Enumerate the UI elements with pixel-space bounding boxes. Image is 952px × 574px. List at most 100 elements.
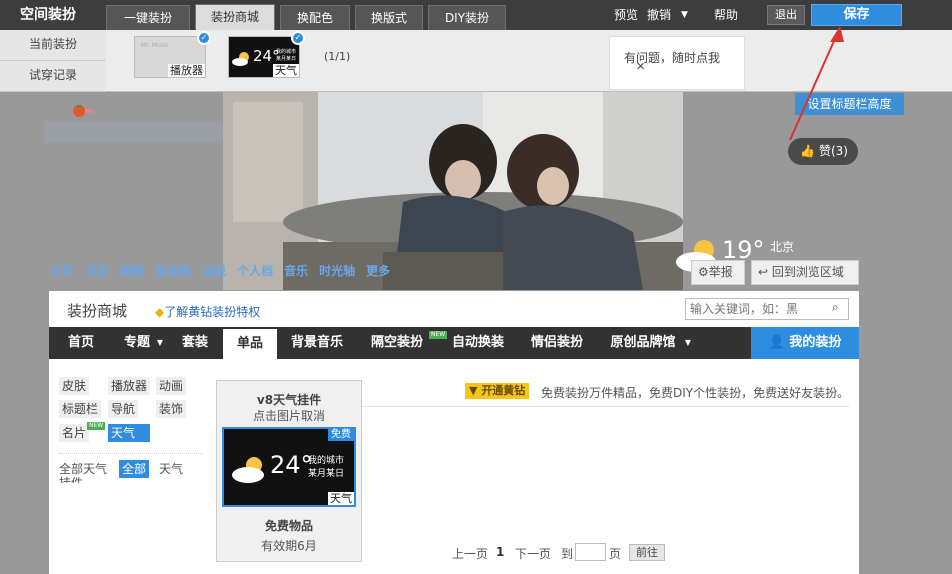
thumb-label: 播放器 [168, 64, 205, 77]
thumb-city: 我的城市 [276, 49, 297, 55]
category-skin[interactable]: 皮肤 [59, 377, 90, 395]
product-temp: 24° [270, 451, 313, 479]
product-city: 我的城市 [308, 456, 345, 466]
current-page: 1 [496, 545, 505, 559]
product-hint: 点击图片取消 [252, 409, 325, 423]
user-icon: 👤 [768, 335, 785, 350]
free-badge: 免费 [328, 429, 354, 441]
undo-link[interactable]: 撤销 [647, 6, 671, 24]
mall-nav-couple[interactable]: 情侣装扮 [523, 327, 591, 359]
my-decoration-button[interactable]: 👤 我的装扮 [751, 327, 859, 359]
thumb-weather[interactable]: 24° 我的城市 某月某日 ✓ 天气 [228, 31, 305, 78]
tab-color[interactable]: 换配色 [280, 5, 350, 30]
help-tooltip: 有问题，随时点我 ✕ [609, 36, 745, 90]
back-arrow-icon: ↩ [758, 265, 769, 279]
mall-title: 装扮商城 [67, 302, 128, 320]
mall-nav-home[interactable]: 首页 [55, 327, 107, 359]
product-image[interactable]: 24° 我的城市某月某日 免费 天气 [222, 427, 356, 507]
product-name: v8天气挂件 [256, 393, 322, 407]
mall-nav-brand[interactable]: 原创品牌馆 [603, 327, 683, 359]
product-validity: 有效期6月 [261, 539, 317, 553]
mall-nav-bgm[interactable]: 背景音乐 [283, 327, 351, 359]
filter-all[interactable]: 全部 [119, 460, 150, 478]
mall-panel: 装扮商城 ◆了解黄钻装扮特权 ⌕ 首页 专题 ▼ 套装 单品 背景音乐 隔空装扮… [49, 291, 859, 574]
prev-page-link[interactable]: 上一页 [452, 545, 488, 562]
preview-link[interactable]: 预览 [614, 6, 638, 24]
category-divider [59, 453, 203, 454]
report-button[interactable]: ⚙举报 [691, 260, 745, 285]
report-label: 举报 [708, 265, 733, 279]
filter-widget[interactable]: 挂件 [59, 474, 83, 483]
search-box: ⌕ [685, 298, 849, 320]
tab-mall[interactable]: 装扮商城 [195, 4, 275, 30]
thumb-label: 天气 [273, 64, 299, 77]
try-on-history-tab[interactable]: 试穿记录 [0, 61, 106, 92]
weather-city: 北京 [770, 240, 795, 254]
space-nav: 主页 日志 相册 留言板 说说 个人档 音乐 时光轴 更多 [50, 262, 390, 279]
space-title-bar [44, 121, 240, 143]
red-arrow-annotation [789, 26, 844, 141]
category-animation[interactable]: 动画 [156, 377, 187, 395]
check-icon: ✓ [197, 31, 211, 45]
mall-nav-auto-change[interactable]: 自动换装 [445, 327, 511, 359]
diamond-icon: ▼ [469, 384, 478, 397]
help-link[interactable]: 帮助 [714, 6, 738, 24]
check-icon: ✓ [291, 31, 305, 45]
space-nav-music[interactable]: 音乐 [284, 264, 308, 278]
open-vip-label: 开通黄钻 [481, 384, 526, 397]
category-weather[interactable]: 天气 [108, 424, 150, 442]
open-vip-button[interactable]: ▼ 开通黄钻 [465, 383, 530, 399]
next-page-link[interactable]: 下一页 [515, 545, 551, 562]
chevron-down-icon[interactable]: ▼ [681, 6, 688, 24]
player-thumb-text: Mr. Music [141, 42, 169, 49]
page-number-input[interactable] [575, 543, 606, 561]
product-card[interactable]: v8天气挂件 点击图片取消 24° 我的城市某月某日 免费 天气 免费物品 有效… [216, 380, 362, 562]
mall-nav-items[interactable]: 单品 [223, 329, 277, 359]
category-player[interactable]: 播放器 [108, 377, 151, 395]
girls-photo-image [223, 92, 683, 290]
goto-label: 到 [561, 547, 574, 561]
product-tag: 天气 [328, 492, 354, 505]
mall-nav-suits[interactable]: 套装 [171, 327, 219, 359]
space-nav-more[interactable]: 更多 [366, 264, 390, 278]
go-button[interactable]: 前往 [629, 544, 665, 561]
space-nav-profile[interactable]: 个人档 [237, 264, 273, 278]
thumb-player[interactable]: Mr. Music ✓ 播放器 [134, 31, 211, 78]
sun-cloud-icon [232, 52, 249, 66]
filter-weather[interactable]: 天气 [159, 460, 183, 477]
product-date: 某月某日 [308, 469, 345, 479]
report-icon: ⚙ [698, 265, 709, 279]
tab-one-click[interactable]: 一键装扮 [106, 5, 190, 30]
space-nav-shuoshuo[interactable]: 说说 [202, 264, 226, 278]
thumb-date: 某月某日 [276, 56, 297, 62]
space-nav-home[interactable]: 主页 [50, 264, 74, 278]
search-input[interactable] [686, 299, 826, 319]
thumb-weather-info: 我的城市 某月某日 [276, 49, 300, 63]
content-divider [361, 406, 849, 407]
close-icon[interactable]: ✕ [636, 60, 645, 73]
space-nav-blog[interactable]: 日志 [85, 264, 109, 278]
product-price: 免费物品 [264, 519, 313, 533]
category-nav[interactable]: 导航 [108, 400, 139, 418]
space-nav-timeline[interactable]: 时光轴 [319, 264, 355, 278]
search-icon[interactable]: ⌕ [832, 300, 839, 315]
header-photo [223, 92, 683, 290]
category-decoration[interactable]: 装饰 [156, 400, 187, 418]
vip-link-label: 了解黄钻装扮特权 [164, 305, 261, 319]
sun-cloud-icon [232, 457, 264, 483]
chevron-down-icon[interactable]: ▼ [153, 327, 167, 359]
space-nav-album[interactable]: 相册 [120, 264, 144, 278]
category-card[interactable]: 名片 [59, 424, 90, 442]
tab-layout[interactable]: 换版式 [355, 5, 423, 30]
current-decoration-tab[interactable]: 当前装扮 [0, 30, 106, 61]
back-to-browse-button[interactable]: ↩ 回到浏览区域 [751, 260, 859, 285]
mall-nav-remote[interactable]: 隔空装扮 [363, 327, 431, 359]
tomato-logo-icon [72, 103, 94, 119]
my-decoration-label: 我的装扮 [789, 335, 842, 350]
vip-link[interactable]: ◆了解黄钻装扮特权 [155, 303, 260, 320]
space-nav-guestbook[interactable]: 留言板 [155, 264, 191, 278]
category-titlebar[interactable]: 标题栏 [59, 400, 102, 418]
chevron-down-icon[interactable]: ▼ [681, 327, 695, 359]
back-label: 回到浏览区域 [771, 265, 844, 279]
tab-diy[interactable]: DIY装扮 [428, 5, 506, 30]
